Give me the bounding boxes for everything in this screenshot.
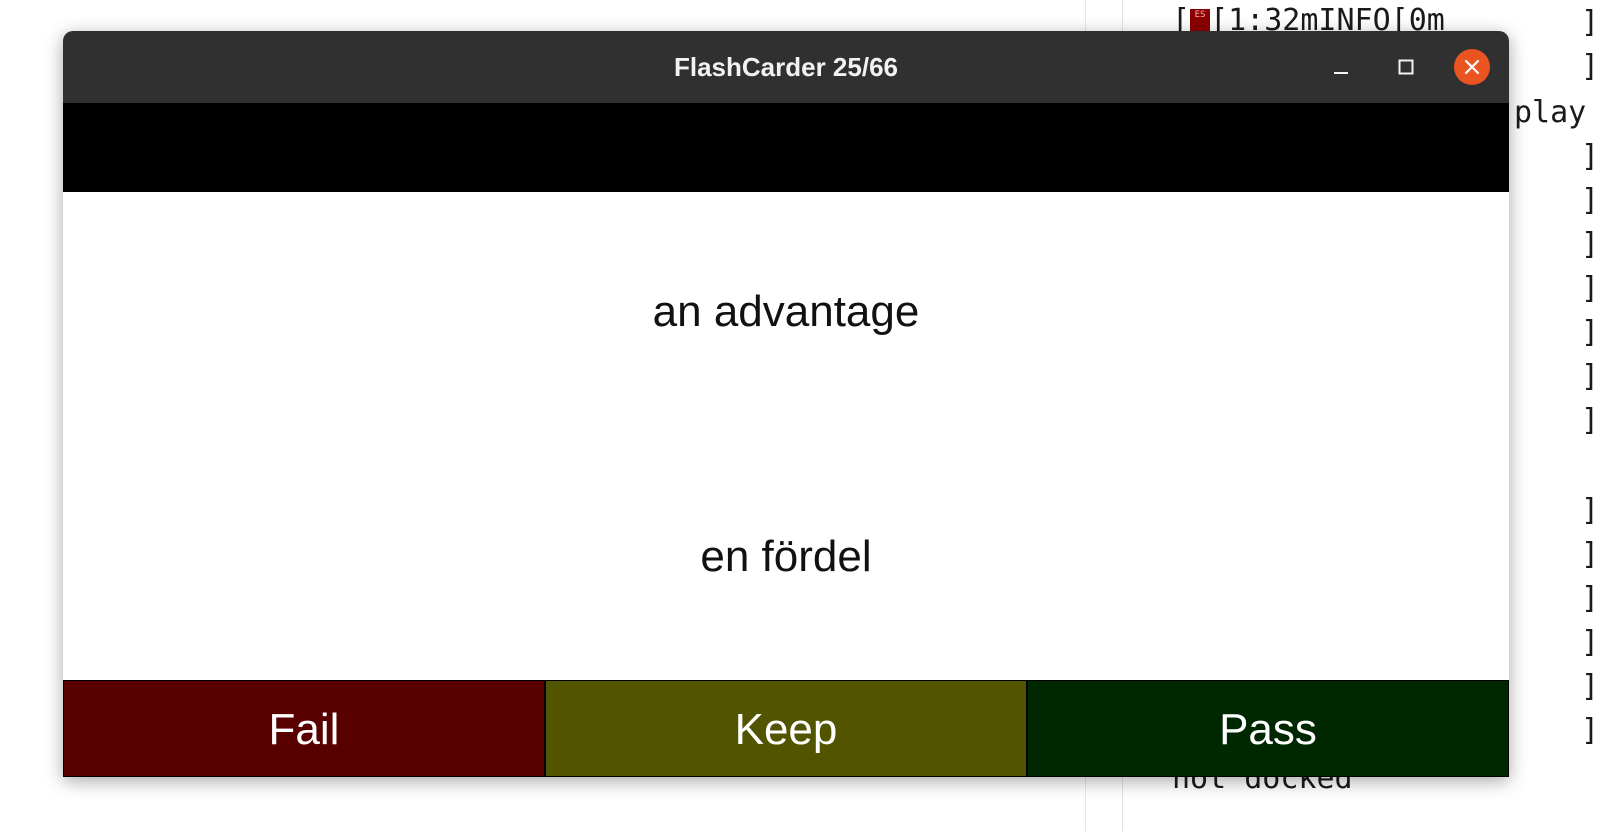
flashcard[interactable]: an advantage en fördel xyxy=(63,192,1509,680)
fail-button[interactable]: Fail xyxy=(63,680,545,777)
minimize-icon xyxy=(1334,72,1348,74)
pass-button[interactable]: Pass xyxy=(1027,680,1509,777)
title-bar[interactable]: FlashCarder 25/66 xyxy=(63,31,1509,103)
card-header-bar xyxy=(63,103,1509,192)
terminal-line-3: play xyxy=(1514,95,1587,130)
maximize-button[interactable] xyxy=(1388,49,1424,85)
terminal-bracket: ] xyxy=(1581,403,1600,438)
close-icon xyxy=(1464,59,1480,75)
close-button[interactable] xyxy=(1454,49,1490,85)
answer-buttons: Fail Keep Pass xyxy=(63,680,1509,777)
terminal-bracket: ] xyxy=(1581,315,1600,350)
terminal-bracket: ] xyxy=(1581,139,1600,174)
terminal-bracket: ] xyxy=(1581,625,1600,660)
terminal-bracket: ] xyxy=(1581,271,1600,306)
terminal-bracket: ] xyxy=(1581,713,1600,748)
terminal-bracket: ] xyxy=(1581,359,1600,394)
card-back-text: en fördel xyxy=(700,532,872,581)
terminal-bracket: ] xyxy=(1581,49,1600,84)
window-title: FlashCarder 25/66 xyxy=(673,52,898,82)
terminal-bracket: ] xyxy=(1581,183,1600,218)
terminal-bracket: ] xyxy=(1581,227,1600,262)
card-front-text: an advantage xyxy=(652,287,920,336)
terminal-bracket: ] xyxy=(1581,581,1600,616)
terminal-bracket: ] xyxy=(1581,669,1600,704)
keep-button[interactable]: Keep xyxy=(545,680,1027,777)
terminal-bracket: ] xyxy=(1581,537,1600,572)
terminal-bracket: ] xyxy=(1581,5,1600,40)
minimize-button[interactable] xyxy=(1323,49,1359,85)
maximize-icon xyxy=(1398,59,1414,75)
terminal-bracket: ] xyxy=(1581,493,1600,528)
flashcarder-window: FlashCarder 25/66 an advantage en fördel… xyxy=(63,31,1509,777)
